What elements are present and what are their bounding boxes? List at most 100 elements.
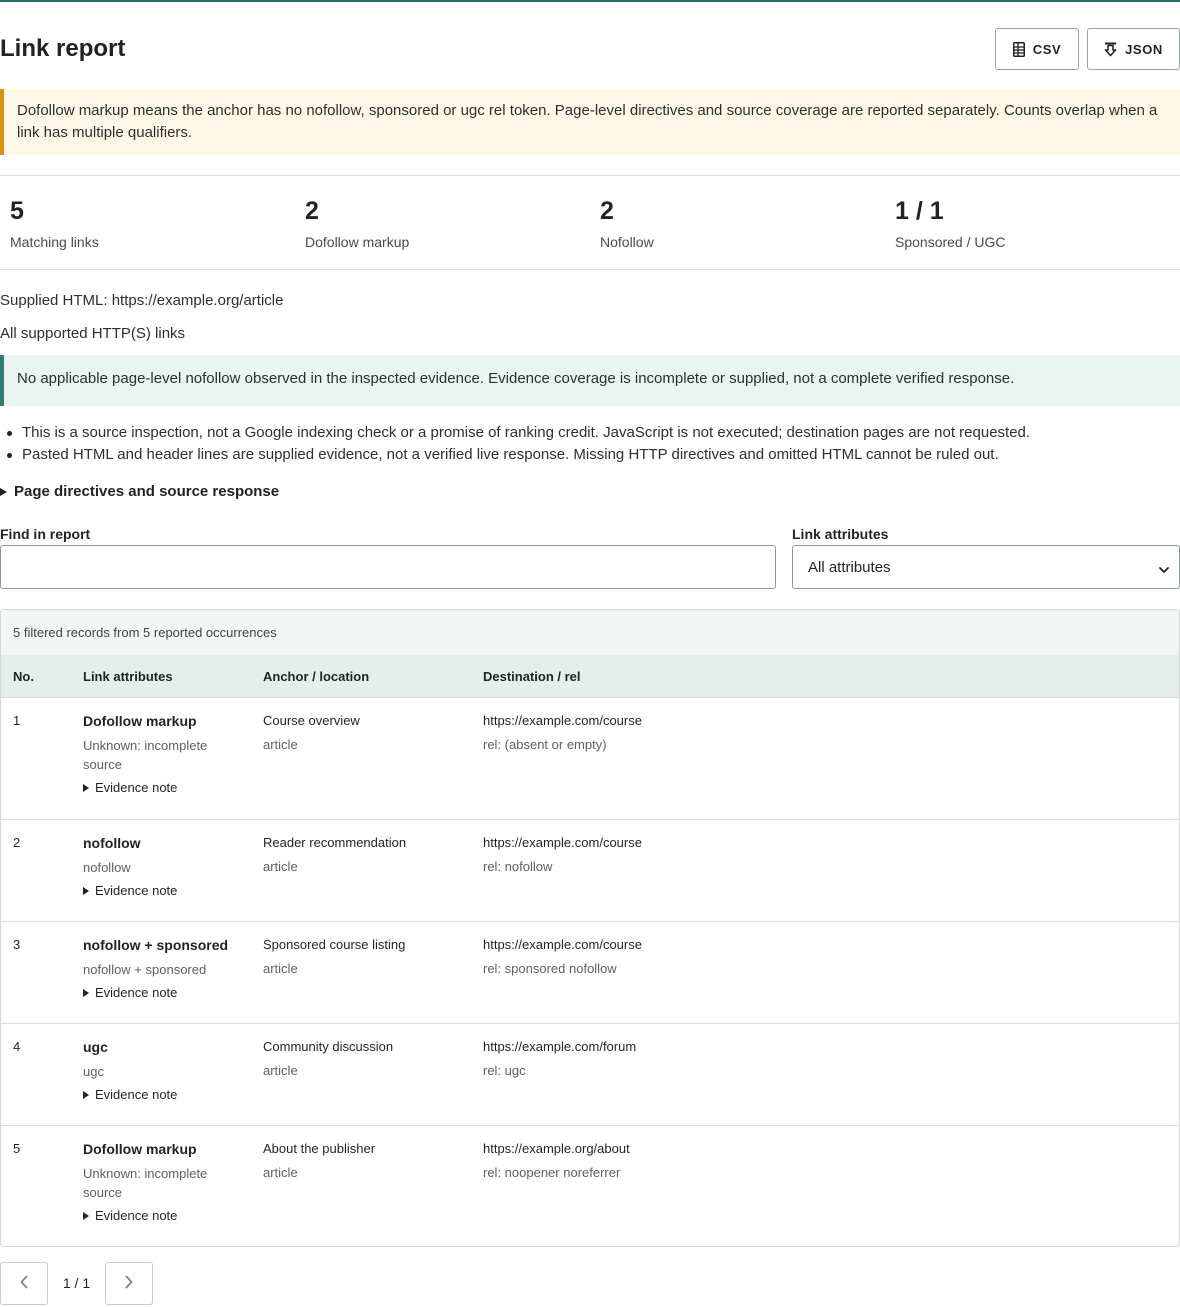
rel-value: rel: noopener noreferrer bbox=[483, 1165, 621, 1180]
stat-matching-links: 5 Matching links bbox=[10, 196, 99, 250]
rel-value: rel: (absent or empty) bbox=[483, 737, 607, 752]
json-button-label: JSON bbox=[1125, 41, 1163, 57]
stat-value: 2 bbox=[305, 197, 319, 225]
table-caption: 5 filtered records from 5 reported occur… bbox=[1, 610, 1179, 655]
evidence-note-label: Evidence note bbox=[95, 1087, 178, 1102]
column-header-destination: Destination / rel bbox=[483, 669, 581, 684]
spreadsheet-icon bbox=[1012, 41, 1025, 57]
stat-dofollow-markup: 2 Dofollow markup bbox=[305, 196, 409, 250]
attribute-detail: Unknown: incomplete source bbox=[83, 738, 208, 772]
stat-value: 2 bbox=[600, 197, 614, 225]
anchor-text: Reader recommendation bbox=[263, 835, 407, 850]
link-table: 5 filtered records from 5 reported occur… bbox=[0, 609, 1180, 1247]
dofollow-notice: Dofollow markup means the anchor has no … bbox=[0, 89, 1180, 155]
evidence-note-label: Evidence note bbox=[95, 780, 178, 795]
destination-cell: https://example.com/course rel: sponsore… bbox=[483, 937, 1083, 976]
anchor-text: Course overview bbox=[263, 713, 360, 728]
rel-value: rel: nofollow bbox=[483, 859, 553, 874]
evidence-note-toggle[interactable]: Evidence note bbox=[83, 1087, 243, 1102]
attribute-title: nofollow bbox=[83, 835, 141, 851]
link-attributes-cell: nofollow + sponsored nofollow + sponsore… bbox=[83, 937, 243, 1000]
rel-value: rel: ugc bbox=[483, 1063, 526, 1078]
disclaimer-item: Pasted HTML and header lines are supplie… bbox=[0, 444, 1180, 466]
pagination: 1 / 1 bbox=[0, 1262, 160, 1306]
supplied-html-source: Supplied HTML: https://example.org/artic… bbox=[0, 292, 284, 309]
json-export-button[interactable]: JSON bbox=[1087, 28, 1180, 70]
attribute-title: nofollow + sponsored bbox=[83, 937, 229, 953]
csv-export-button[interactable]: CSV bbox=[995, 28, 1079, 70]
destination-cell: https://example.com/forum rel: ugc bbox=[483, 1039, 1083, 1078]
disclaimer-list: This is a source inspection, not a Googl… bbox=[0, 422, 1180, 466]
table-row: 4 ugc ugc Evidence note Community discus… bbox=[1, 1024, 1179, 1126]
anchor-cell: Sponsored course listing article bbox=[263, 937, 473, 976]
find-in-report-input[interactable] bbox=[0, 545, 776, 589]
row-number: 3 bbox=[13, 937, 21, 952]
link-scope: All supported HTTP(S) links bbox=[0, 325, 186, 342]
destination-url[interactable]: https://example.com/course bbox=[483, 713, 1083, 728]
destination-cell: https://example.com/course rel: (absent … bbox=[483, 713, 1083, 752]
attribute-detail: nofollow + sponsored bbox=[83, 962, 207, 977]
find-label: Find in report bbox=[0, 526, 91, 542]
destination-url[interactable]: https://example.com/course bbox=[483, 835, 1083, 850]
chevron-left-icon bbox=[19, 1275, 29, 1292]
evidence-note-toggle[interactable]: Evidence note bbox=[83, 1208, 243, 1223]
stat-nofollow: 2 Nofollow bbox=[600, 196, 654, 250]
anchor-text: Community discussion bbox=[263, 1039, 394, 1054]
stat-value: 5 bbox=[10, 197, 24, 225]
destination-url[interactable]: https://example.com/forum bbox=[483, 1039, 1083, 1054]
destination-cell: https://example.org/about rel: noopener … bbox=[483, 1141, 1083, 1180]
attribute-detail: nofollow bbox=[83, 860, 131, 875]
destination-url[interactable]: https://example.com/course bbox=[483, 937, 1083, 952]
top-accent-line bbox=[0, 0, 1180, 2]
selected-option: All attributes bbox=[808, 558, 891, 576]
disclaimer-item: This is a source inspection, not a Googl… bbox=[0, 422, 1180, 444]
row-number: 4 bbox=[13, 1039, 21, 1054]
anchor-location: article bbox=[263, 961, 298, 976]
link-attributes-select[interactable]: All attributes bbox=[792, 545, 1180, 589]
evidence-note-label: Evidence note bbox=[95, 985, 178, 1000]
rel-value: rel: sponsored nofollow bbox=[483, 961, 617, 976]
download-icon bbox=[1104, 42, 1117, 57]
table-row: 1 Dofollow markup Unknown: incomplete so… bbox=[1, 698, 1179, 820]
anchor-text: About the publisher bbox=[263, 1141, 376, 1156]
anchor-location: article bbox=[263, 1063, 298, 1078]
column-header-no: No. bbox=[13, 669, 34, 684]
disclosure-triangle-icon bbox=[83, 1211, 89, 1220]
table-row: 5 Dofollow markup Unknown: incomplete so… bbox=[1, 1126, 1179, 1246]
disclosure-triangle-icon bbox=[83, 783, 89, 792]
disclosure-triangle-icon bbox=[83, 886, 89, 895]
chevron-right-icon bbox=[124, 1275, 134, 1292]
report-header: Link report CSV JSON bbox=[0, 28, 1180, 70]
anchor-cell: Reader recommendation article bbox=[263, 835, 473, 874]
table-header: No. Link attributes Anchor / location De… bbox=[1, 655, 1179, 698]
next-page-button[interactable] bbox=[105, 1262, 153, 1305]
link-attributes-label: Link attributes bbox=[792, 526, 889, 542]
anchor-location: article bbox=[263, 737, 298, 752]
summary-stats: 5 Matching links 2 Dofollow markup 2 Nof… bbox=[0, 175, 1180, 270]
previous-page-button[interactable] bbox=[0, 1262, 48, 1305]
evidence-note-toggle[interactable]: Evidence note bbox=[83, 985, 243, 1000]
attribute-title: Dofollow markup bbox=[83, 713, 197, 729]
disclosure-triangle-icon bbox=[83, 988, 89, 997]
csv-button-label: CSV bbox=[1032, 41, 1062, 57]
destination-url[interactable]: https://example.org/about bbox=[483, 1141, 1083, 1156]
evidence-note-label: Evidence note bbox=[95, 1208, 178, 1223]
page-indicator: 1 / 1 bbox=[62, 1275, 91, 1291]
destination-cell: https://example.com/course rel: nofollow bbox=[483, 835, 1083, 874]
page-title: Link report bbox=[0, 35, 126, 62]
table-row: 3 nofollow + sponsored nofollow + sponso… bbox=[1, 922, 1179, 1024]
stat-label: Dofollow markup bbox=[305, 234, 410, 250]
row-number: 2 bbox=[13, 835, 21, 850]
evidence-note-label: Evidence note bbox=[95, 883, 178, 898]
details-summary: Page directives and source response bbox=[14, 483, 280, 500]
attribute-detail: ugc bbox=[83, 1064, 104, 1079]
anchor-cell: About the publisher article bbox=[263, 1141, 473, 1180]
attribute-detail: Unknown: incomplete source bbox=[83, 1166, 208, 1200]
column-header-anchor: Anchor / location bbox=[263, 669, 370, 684]
page-directives-toggle[interactable]: Page directives and source response bbox=[0, 483, 279, 500]
link-attributes-cell: Dofollow markup Unknown: incomplete sour… bbox=[83, 713, 243, 795]
stat-sponsored-ugc: 1 / 1 Sponsored / UGC bbox=[895, 196, 1006, 250]
evidence-note-toggle[interactable]: Evidence note bbox=[83, 780, 243, 795]
anchor-cell: Community discussion article bbox=[263, 1039, 473, 1078]
evidence-note-toggle[interactable]: Evidence note bbox=[83, 883, 243, 898]
